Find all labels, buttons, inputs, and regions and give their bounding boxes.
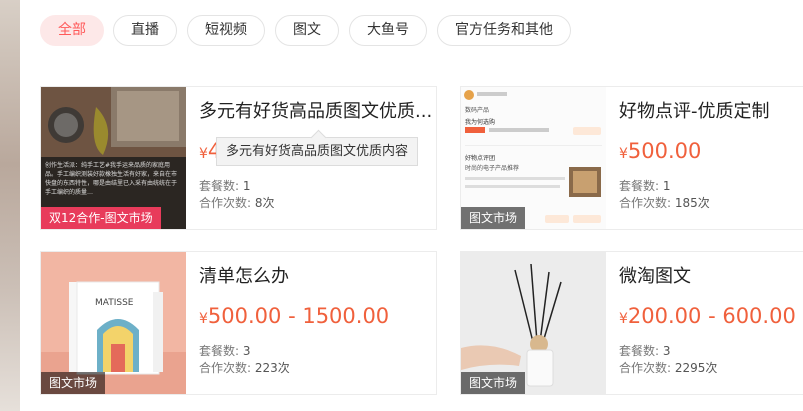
card-thumbnail: MATISSE 图文市场: [41, 252, 186, 394]
filter-image-text[interactable]: 图文: [275, 15, 339, 46]
card-badge: 图文市场: [41, 372, 106, 394]
collab-count: 合作次数: 2295次: [619, 361, 718, 375]
card-badge: 双12合作-图文市场: [41, 207, 161, 229]
card-badge: 图文市场: [461, 372, 526, 394]
title-tooltip: 多元有好货高品质图文优质内容: [216, 129, 419, 166]
filter-dayu[interactable]: 大鱼号: [349, 15, 427, 46]
package-count: 套餐数: 1: [619, 179, 671, 193]
collab-count: 合作次数: 185次: [619, 196, 710, 210]
card-badge: 图文市场: [461, 207, 526, 229]
service-card[interactable]: 图文市场 微淘图文 ¥200.00 - 600.00 套餐数: 3 合作次数: …: [460, 251, 803, 395]
filter-short-video[interactable]: 短视频: [187, 15, 265, 46]
service-card[interactable]: 数码产品 我为何选购 好物点评团 时尚的电子产品推荐 图文市场 好物点评-优质定…: [460, 86, 803, 230]
card-title[interactable]: 微淘图文: [619, 262, 803, 288]
package-count: 套餐数: 1: [199, 179, 251, 193]
card-title[interactable]: 清单怎么办: [199, 262, 434, 288]
card-price: ¥200.00 - 600.00: [619, 304, 796, 328]
service-card[interactable]: MATISSE 图文市场 清单怎么办 ¥500.00 - 1500.00 套餐数…: [40, 251, 437, 395]
filter-live[interactable]: 直播: [113, 15, 177, 46]
card-price: ¥500.00: [619, 139, 702, 163]
collab-count: 合作次数: 8次: [199, 196, 275, 210]
card-thumbnail: 创作生活派：纯手工艺#我手运来品质的家庭用品。手工编织测装好款橡独生活有好家，来…: [41, 87, 186, 229]
filter-official-tasks[interactable]: 官方任务和其他: [437, 15, 571, 46]
book-title: MATISSE: [95, 298, 134, 308]
card-thumbnail: 图文市场: [461, 252, 606, 394]
filter-all[interactable]: 全部: [40, 15, 104, 46]
package-count: 套餐数: 3: [619, 344, 671, 358]
background-strip: [0, 0, 20, 411]
card-title[interactable]: 多元有好货高品质图文优质...: [199, 97, 434, 123]
collab-count: 合作次数: 223次: [199, 361, 290, 375]
package-count: 套餐数: 3: [199, 344, 251, 358]
card-price: ¥500.00 - 1500.00: [199, 304, 390, 328]
card-title[interactable]: 好物点评-优质定制: [619, 97, 803, 123]
card-thumbnail: 数码产品 我为何选购 好物点评团 时尚的电子产品推荐 图文市场: [461, 87, 606, 229]
